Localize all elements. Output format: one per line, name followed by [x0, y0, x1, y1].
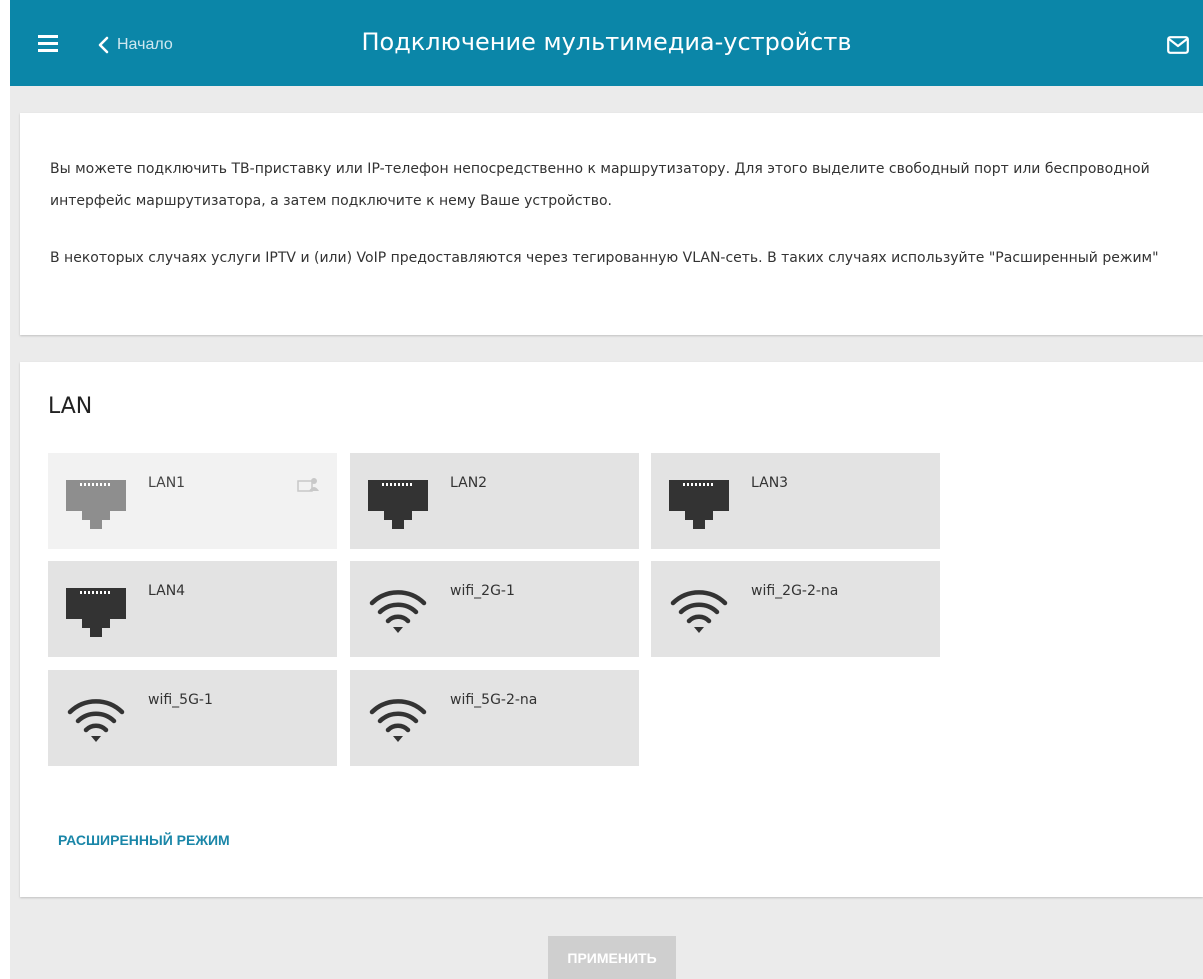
ethernet-port-icon — [66, 475, 126, 534]
top-bar: Начало Подключение мультимедиа-устройств — [10, 0, 1203, 86]
wifi-icon — [66, 692, 126, 751]
interface-tile-lan3[interactable]: LAN3 — [651, 453, 940, 549]
interface-label: LAN1 — [148, 475, 186, 491]
interface-label: LAN3 — [751, 475, 789, 491]
interface-label: wifi_2G-2-na — [751, 583, 839, 599]
interface-label: wifi_5G-2-na — [450, 692, 538, 708]
intro-paragraph: Вы можете подключить ТВ-приставку или IP… — [50, 161, 1150, 209]
intro-card: Вы можете подключить ТВ-приставку или IP… — [20, 113, 1203, 335]
interface-label: wifi_2G-1 — [450, 583, 515, 599]
interface-label: wifi_5G-1 — [148, 692, 213, 708]
wifi-icon — [368, 583, 428, 642]
page-title: Подключение мультимедиа-устройств — [361, 28, 852, 56]
interface-tile-lan2[interactable]: LAN2 — [350, 453, 639, 549]
wifi-icon — [669, 583, 729, 642]
ethernet-port-icon — [669, 475, 729, 534]
ethernet-port-icon — [66, 583, 126, 642]
advanced-mode-link[interactable]: РАСШИРЕННЫЙ РЕЖИМ — [58, 832, 230, 848]
interface-label: LAN4 — [148, 583, 186, 599]
computer-user-icon — [297, 477, 319, 498]
mail-icon[interactable] — [1167, 36, 1189, 59]
ethernet-port-icon — [368, 475, 428, 534]
section-title: LAN — [48, 394, 93, 419]
page-edge — [0, 0, 10, 979]
apply-button[interactable]: ПРИМЕНИТЬ — [548, 936, 676, 979]
lan-card: LAN LAN1 LAN2 LAN3 LAN4 wifi_2G-1 wifi_2… — [20, 362, 1203, 897]
interface-label: LAN2 — [450, 475, 488, 491]
interface-tile-lan1[interactable]: LAN1 — [48, 453, 337, 549]
interface-tile-wifi-5g-1[interactable]: wifi_5G-1 — [48, 670, 337, 766]
interface-tile-wifi-5g-2-na[interactable]: wifi_5G-2-na — [350, 670, 639, 766]
interface-tile-wifi-2g-2-na[interactable]: wifi_2G-2-na — [651, 561, 940, 657]
interface-tile-wifi-2g-1[interactable]: wifi_2G-1 — [350, 561, 639, 657]
interface-tile-lan4[interactable]: LAN4 — [48, 561, 337, 657]
intro-paragraph: В некоторых случаях услуги IPTV и (или) … — [50, 250, 1159, 266]
wifi-icon — [368, 692, 428, 751]
